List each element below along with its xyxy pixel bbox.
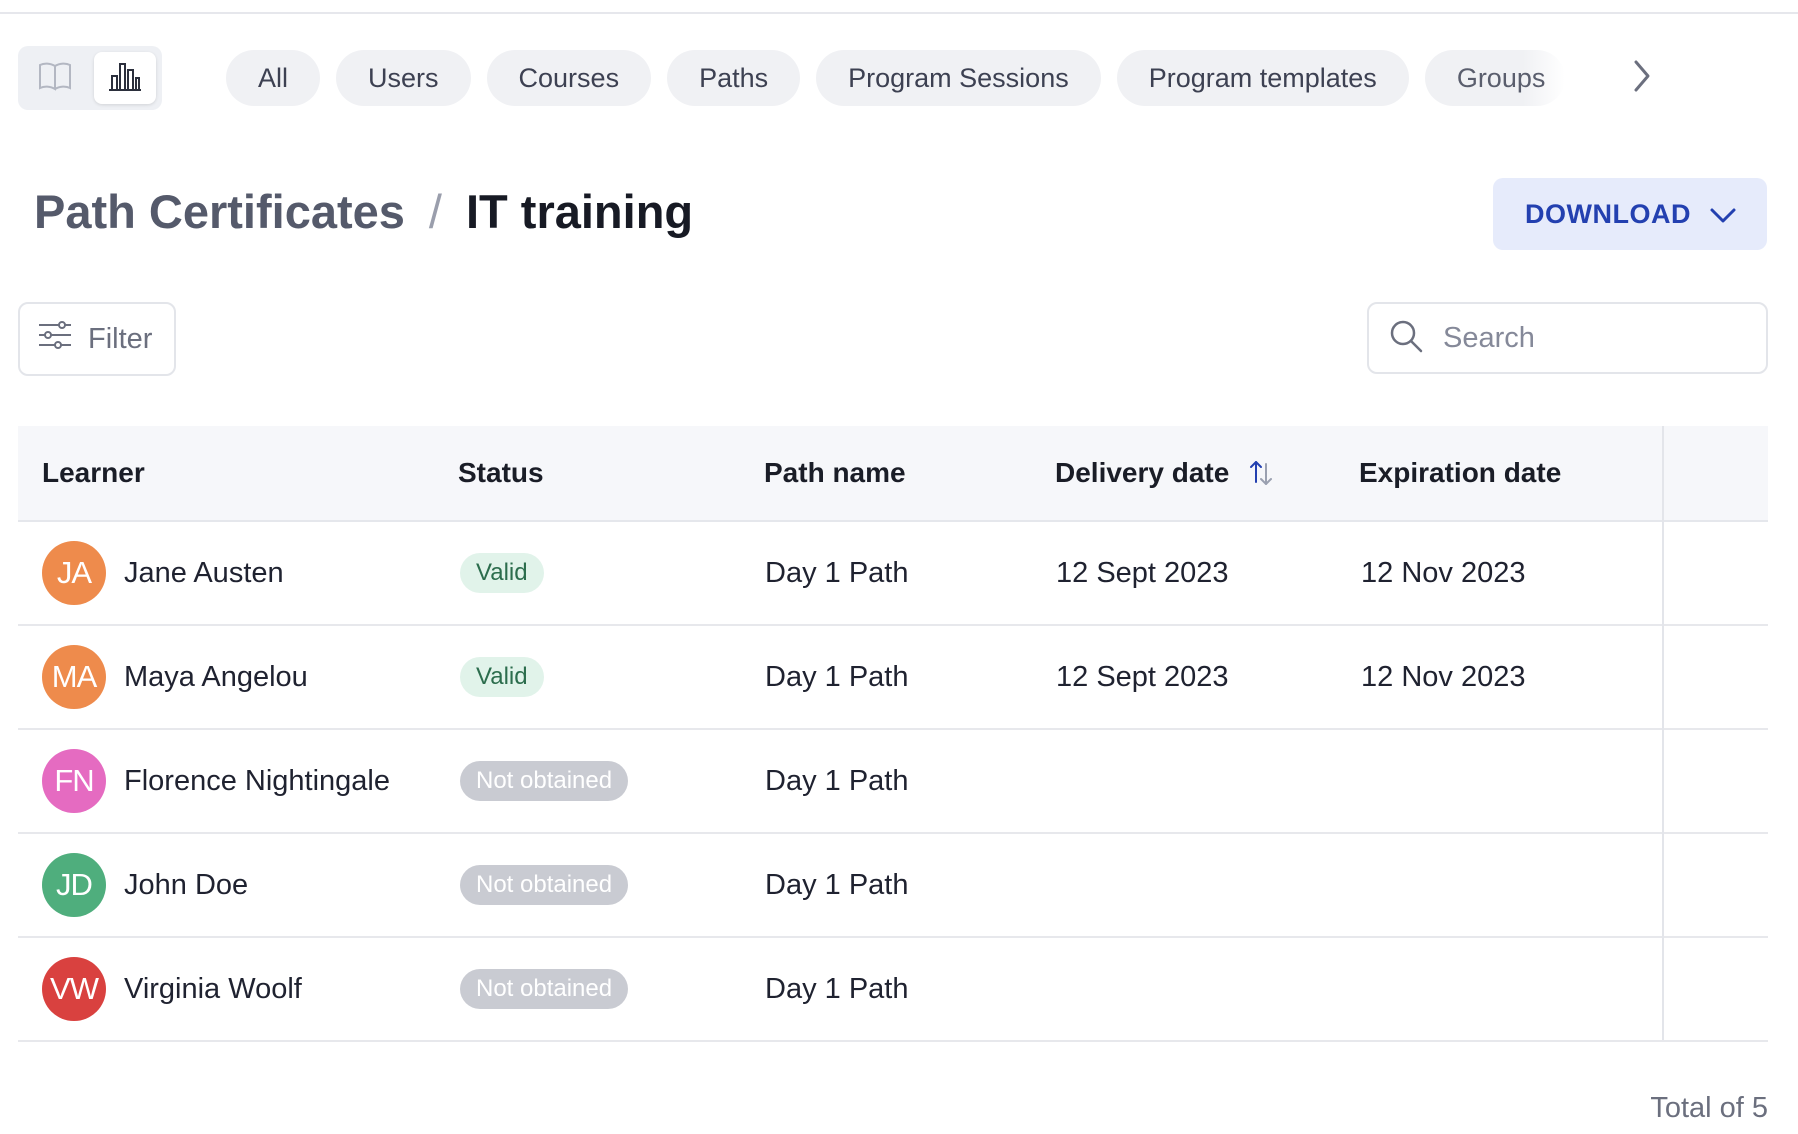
expiration-date: 12 Nov 2023 bbox=[1361, 660, 1526, 693]
sliders-icon bbox=[38, 320, 72, 358]
view-toggle bbox=[18, 46, 162, 110]
learner-name: Florence Nightingale bbox=[124, 764, 390, 797]
avatar: JA bbox=[42, 541, 106, 605]
avatar: JD bbox=[42, 853, 106, 917]
column-expiration-date: Expiration date bbox=[1359, 457, 1562, 488]
table-column-divider bbox=[1662, 426, 1664, 1040]
path-name: Day 1 Path bbox=[765, 972, 909, 1005]
chevron-right-icon bbox=[1631, 58, 1653, 99]
table-row[interactable]: JA Jane Austen Valid Day 1 Path 12 Sept … bbox=[18, 522, 1768, 626]
column-delivery-date[interactable]: Delivery date bbox=[1055, 426, 1275, 520]
chart-view-button[interactable] bbox=[94, 52, 156, 104]
tab-program-sessions[interactable]: Program Sessions bbox=[816, 50, 1101, 106]
total-count: Total of 5 bbox=[1650, 1092, 1768, 1124]
bar-chart-icon bbox=[107, 60, 143, 97]
tab-paths[interactable]: Paths bbox=[667, 50, 801, 106]
avatar: FN bbox=[42, 749, 106, 813]
search-icon bbox=[1389, 319, 1423, 358]
tab-all[interactable]: All bbox=[226, 50, 321, 106]
certificates-table: Learner Status Path name Delivery date E… bbox=[18, 426, 1768, 1042]
tab-program-templates[interactable]: Program templates bbox=[1116, 50, 1409, 106]
breadcrumb-separator: / bbox=[428, 185, 442, 238]
filter-tabs: All Users Courses Paths Program Sessions… bbox=[226, 50, 1590, 106]
delivery-date-label: Delivery date bbox=[1055, 457, 1230, 488]
search-box[interactable] bbox=[1367, 302, 1768, 374]
tab-groups[interactable]: Groups bbox=[1424, 50, 1566, 106]
breadcrumb: Path Certificates / IT training bbox=[34, 184, 693, 239]
expiration-date: 12 Nov 2023 bbox=[1361, 556, 1526, 589]
learner-name: John Doe bbox=[124, 868, 249, 901]
path-name: Day 1 Path bbox=[765, 660, 909, 693]
column-path-name: Path name bbox=[764, 457, 906, 488]
search-input[interactable] bbox=[1441, 320, 1745, 356]
table-header: Learner Status Path name Delivery date E… bbox=[18, 426, 1768, 522]
book-icon bbox=[37, 60, 73, 97]
delivery-date: 12 Sept 2023 bbox=[1056, 556, 1229, 589]
top-divider bbox=[0, 12, 1798, 14]
table-row[interactable]: VW Virginia Woolf Not obtained Day 1 Pat… bbox=[18, 938, 1768, 1042]
delivery-date: 12 Sept 2023 bbox=[1056, 660, 1229, 693]
download-label: DOWNLOAD bbox=[1525, 198, 1691, 229]
avatar: MA bbox=[42, 645, 106, 709]
tab-users[interactable]: Users bbox=[336, 50, 471, 106]
table-row[interactable]: JD John Doe Not obtained Day 1 Path bbox=[18, 834, 1768, 938]
tabs-next-button[interactable] bbox=[1622, 56, 1662, 100]
column-learner: Learner bbox=[42, 457, 145, 488]
tab-courses[interactable]: Courses bbox=[486, 50, 652, 106]
status-badge: Valid bbox=[460, 553, 544, 593]
path-name: Day 1 Path bbox=[765, 556, 909, 589]
column-status: Status bbox=[458, 457, 544, 488]
status-badge: Valid bbox=[460, 657, 544, 697]
learner-name: Maya Angelou bbox=[124, 660, 308, 693]
page-title: IT training bbox=[465, 185, 694, 238]
status-badge: Not obtained bbox=[460, 969, 629, 1009]
chevron-down-icon bbox=[1709, 202, 1737, 233]
breadcrumb-parent[interactable]: Path Certificates bbox=[34, 184, 405, 239]
sort-icon[interactable] bbox=[1247, 458, 1275, 488]
filter-label: Filter bbox=[88, 322, 153, 355]
status-badge: Not obtained bbox=[460, 761, 629, 801]
book-view-button[interactable] bbox=[24, 52, 86, 104]
path-name: Day 1 Path bbox=[765, 868, 909, 901]
status-badge: Not obtained bbox=[460, 865, 629, 905]
table-row[interactable]: FN Florence Nightingale Not obtained Day… bbox=[18, 730, 1768, 834]
table-row[interactable]: MA Maya Angelou Valid Day 1 Path 12 Sept… bbox=[18, 626, 1768, 730]
avatar: VW bbox=[42, 957, 106, 1021]
learner-name: Virginia Woolf bbox=[124, 972, 302, 1005]
learner-name: Jane Austen bbox=[124, 556, 284, 589]
download-button[interactable]: DOWNLOAD bbox=[1493, 178, 1767, 250]
filter-button[interactable]: Filter bbox=[18, 302, 176, 376]
path-name: Day 1 Path bbox=[765, 764, 909, 797]
